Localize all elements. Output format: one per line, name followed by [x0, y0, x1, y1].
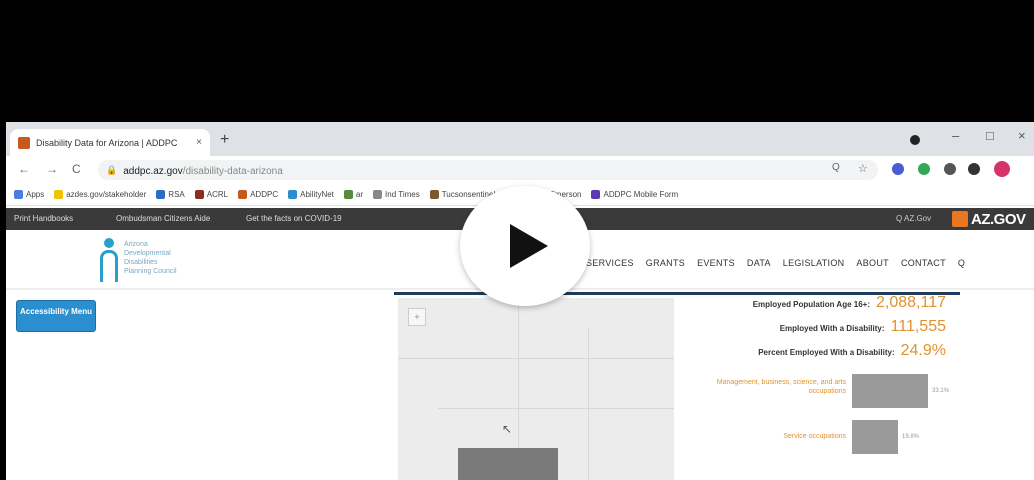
star-icon[interactable]: ☆ — [858, 162, 868, 175]
bookmark-item[interactable]: RSA — [156, 190, 185, 199]
map-boundary — [438, 408, 674, 409]
utility-link-handbooks[interactable]: Print Handbooks — [14, 214, 73, 223]
bookmark-favicon-icon — [429, 190, 439, 199]
azgov-logo-text: AZ.GOV — [971, 210, 1026, 228]
puzzle-icon[interactable] — [968, 163, 980, 175]
address-bar[interactable]: 🔒 addpc.az.gov/disability-data-arizona — [98, 160, 878, 180]
extension-icon[interactable] — [918, 163, 930, 175]
bookmark-label: ADDPC — [250, 190, 279, 199]
browser-tab[interactable]: Disability Data for Arizona | ADDPC × — [10, 129, 210, 156]
avatar[interactable] — [994, 161, 1010, 177]
search-icon[interactable]: Q — [958, 258, 965, 268]
bookmark-favicon-icon — [156, 190, 166, 199]
nav-services[interactable]: SERVICES — [586, 258, 634, 268]
stat-employed-population: Employed Population Age 16+: 2,088,117 — [752, 294, 946, 311]
tab-title: Disability Data for Arizona | ADDPC — [36, 137, 178, 148]
lock-icon: 🔒 — [106, 164, 118, 175]
bookmark-item[interactable]: Apps — [14, 190, 44, 199]
nav-grants[interactable]: GRANTS — [646, 258, 685, 268]
mouse-cursor-icon: ↖ — [502, 422, 513, 436]
occupation-bar-row: Management, business, science, and arts … — [676, 374, 956, 410]
utility-link-ombudsman[interactable]: Ombudsman Citizens Aide — [116, 214, 210, 223]
video-player[interactable]: Disability Data for Arizona | ADDPC × + … — [0, 0, 1034, 480]
bookmark-favicon-icon — [54, 190, 64, 199]
logo-text: Arizona Developmental Disabilities Plann… — [124, 241, 177, 275]
map-zoom-button[interactable]: + — [408, 308, 426, 326]
person-figure-icon — [98, 238, 120, 282]
url-host: addpc.az.gov — [123, 166, 183, 177]
map-boundary — [588, 328, 589, 480]
bookmark-label: ar — [355, 190, 364, 199]
page-content: Accessibility Menu + ↖ Employed Populati… — [6, 292, 1034, 480]
url-path: /disability-data-arizona — [182, 166, 283, 177]
occupation-bar-label: Service occupations — [783, 433, 846, 440]
bookmark-label: Apps — [26, 190, 45, 199]
occupation-bar-label: Management, business, science, and arts … — [716, 379, 846, 395]
addpc-favicon-icon — [18, 136, 30, 149]
play-button[interactable] — [460, 186, 590, 306]
map-boundary — [398, 358, 674, 359]
occupation-bar-row: Service occupations 19.8% — [676, 420, 956, 456]
minimize-button[interactable]: – — [952, 128, 959, 143]
addpc-logo[interactable]: Arizona Developmental Disabilities Plann… — [98, 236, 218, 284]
bookmark-label: RSA — [168, 190, 185, 199]
bookmark-item[interactable]: azdes.gov/stakeholder — [54, 190, 146, 199]
occupation-bar[interactable] — [852, 420, 898, 454]
play-icon — [510, 224, 548, 268]
tab-close-icon[interactable]: × — [196, 137, 202, 148]
nav-about[interactable]: ABOUT — [856, 258, 889, 268]
maximize-button[interactable]: □ — [986, 128, 994, 143]
new-tab-button[interactable]: + — [220, 132, 229, 148]
bookmark-favicon-icon — [238, 190, 248, 199]
reload-button[interactable]: C — [72, 162, 81, 176]
accessibility-menu-button[interactable]: Accessibility Menu — [16, 300, 96, 332]
nav-events[interactable]: EVENTS — [697, 258, 735, 268]
browser-tab-strip: Disability Data for Arizona | ADDPC × + … — [6, 122, 1034, 156]
bookmark-label: azdes.gov/stakeholder — [66, 190, 147, 199]
arizona-star-icon — [952, 211, 968, 227]
bookmark-label: ACRL — [206, 190, 229, 199]
bookmark-item[interactable]: Ind Times — [373, 190, 420, 199]
map-county-highlight[interactable] — [458, 448, 558, 480]
main-nav: SERVICES GRANTS EVENTS DATA LEGISLATION … — [586, 258, 965, 268]
occupation-bar-value: 33.1% — [932, 388, 950, 394]
zoom-icon[interactable]: Q — [832, 162, 840, 173]
nav-contact[interactable]: CONTACT — [901, 258, 946, 268]
occupation-bar[interactable] — [852, 374, 928, 408]
nav-legislation[interactable]: LEGISLATION — [783, 258, 845, 268]
forward-button[interactable]: → — [46, 162, 58, 176]
bookmark-label: ADDPC Mobile Form — [603, 190, 679, 199]
extension-icon[interactable] — [892, 163, 904, 175]
azgov-logo[interactable]: AZ.GOV — [952, 210, 1030, 228]
nav-data[interactable]: DATA — [747, 258, 771, 268]
bookmark-item[interactable]: ADDPC — [238, 190, 278, 199]
bookmark-favicon-icon — [194, 190, 204, 199]
extension-icon[interactable] — [944, 163, 956, 175]
bookmark-favicon-icon — [591, 190, 601, 199]
bookmark-item[interactable]: ADDPC Mobile Form — [591, 190, 678, 199]
county-map[interactable]: + ↖ — [398, 298, 674, 480]
stat-employed-with-disability: Employed With a Disability: 111,555 — [779, 318, 946, 335]
bookmark-favicon-icon — [343, 190, 353, 199]
utility-link-covid[interactable]: Get the facts on COVID-19 — [246, 214, 342, 223]
bookmark-label: AbilityNet — [300, 190, 334, 199]
bookmark-label: Ind Times — [385, 190, 420, 199]
bookmark-item[interactable]: ACRL — [194, 190, 229, 199]
back-button[interactable]: ← — [18, 162, 30, 176]
azgov-search[interactable]: Q AZ.Gov — [896, 214, 931, 223]
bookmark-item[interactable]: AbilityNet — [288, 190, 334, 199]
bookmark-item[interactable]: ar — [343, 190, 364, 199]
occupation-bar-value: 19.8% — [902, 434, 920, 440]
bookmark-favicon-icon — [14, 190, 23, 199]
bookmark-favicon-icon — [288, 190, 298, 199]
close-window-button[interactable]: × — [1018, 128, 1026, 143]
browser-toolbar: ← → C 🔒 addpc.az.gov/disability-data-ari… — [6, 156, 1034, 184]
profile-icon[interactable] — [910, 135, 920, 145]
bookmark-favicon-icon — [373, 190, 383, 199]
stat-percent-employed: Percent Employed With a Disability: 24.9… — [758, 342, 946, 359]
